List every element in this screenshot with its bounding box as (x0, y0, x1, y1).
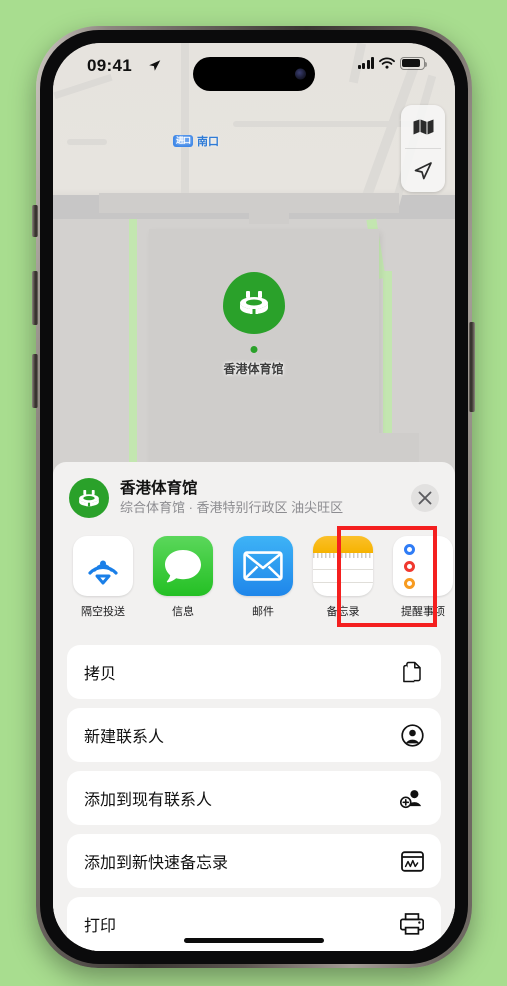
copy-icon (400, 660, 424, 684)
battery-icon (400, 57, 427, 70)
battery-fill (402, 59, 421, 68)
reminders-dot-red (404, 560, 415, 572)
location-arrow-icon (148, 59, 161, 77)
volume-down-button[interactable] (32, 354, 38, 408)
share-sheet-subtitle: 综合体育馆 · 香港特别行政区 油尖旺区 (120, 499, 344, 515)
action-row-add-existing-contact[interactable]: 添加到现有联系人 (67, 771, 441, 825)
front-camera-icon (295, 68, 306, 80)
folded-map-icon (413, 119, 433, 134)
action-card: 添加到新快速备忘录 (67, 834, 441, 888)
reminders-dot-blue (404, 543, 415, 555)
action-card: 拷贝 (67, 645, 441, 699)
action-row-new-contact[interactable]: 新建联系人 (67, 708, 441, 762)
place-pin-dot (250, 346, 257, 353)
action-row-quick-note[interactable]: 添加到新快速备忘录 (67, 834, 441, 888)
map-style-button[interactable] (401, 105, 445, 148)
map-place-marker[interactable]: 香港体育馆 (201, 272, 306, 377)
reminders-icon (393, 536, 453, 596)
action-card: 添加到现有联系人 (67, 771, 441, 825)
screenshot-stage: 进口 南口 香港体育馆 09:41 香港体育馆 综合体育馆 · 香港特别行政区 … (0, 0, 507, 986)
user-location-button[interactable] (401, 149, 445, 192)
share-action-list: 拷贝 新建联系人 添加到现有联系人 添加到新快速备忘录 打印 (53, 645, 455, 951)
share-sheet: 香港体育馆 综合体育馆 · 香港特别行政区 油尖旺区 隔空投送 信息 邮件 备忘… (53, 462, 455, 951)
quick-note-icon (400, 849, 424, 873)
person-circle-icon (400, 723, 424, 747)
share-app-row[interactable]: 隔空投送 信息 邮件 备忘录 提醒事项 (53, 526, 455, 627)
action-button[interactable] (32, 205, 38, 237)
reminders-dot-orange (404, 577, 415, 589)
share-app-mail[interactable]: 邮件 (233, 536, 293, 619)
share-app-label: 隔空投送 (81, 606, 125, 618)
notes-icon (313, 536, 373, 596)
map-building-annex (249, 198, 289, 224)
status-bar-time: 09:41 (87, 56, 132, 75)
status-bar-indicators (357, 57, 427, 70)
entrance-label-text: 南口 (197, 136, 219, 148)
map-road-stub-1 (67, 139, 107, 145)
cellular-signal-icon (357, 57, 374, 70)
share-sheet-place-info: 香港体育馆 综合体育馆 · 香港特别行政区 油尖旺区 (120, 479, 400, 516)
map-green-path-left (129, 219, 137, 499)
share-app-label: 信息 (172, 606, 194, 618)
share-app-label: 邮件 (252, 606, 274, 618)
share-app-messages[interactable]: 信息 (153, 536, 213, 619)
share-sheet-title: 香港体育馆 (120, 480, 198, 498)
map-label-entrance[interactable]: 进口 南口 (173, 133, 219, 149)
stadium-icon (239, 291, 268, 314)
close-icon (418, 491, 432, 505)
action-card: 新建联系人 (67, 708, 441, 762)
share-app-airdrop[interactable]: 隔空投送 (73, 536, 133, 619)
share-app-notes[interactable]: 备忘录 (313, 536, 373, 619)
navigation-arrow-icon (414, 161, 432, 179)
phone-screen: 进口 南口 香港体育馆 09:41 香港体育馆 综合体育馆 · 香港特别行政区 … (53, 43, 455, 951)
action-label: 添加到新快速备忘录 (84, 855, 229, 872)
entrance-badge: 进口 (173, 135, 193, 147)
action-label: 添加到现有联系人 (84, 792, 213, 809)
person-add-icon (400, 786, 424, 810)
mail-icon (233, 536, 293, 596)
action-label: 拷贝 (84, 666, 117, 683)
action-row-copy[interactable]: 拷贝 (67, 645, 441, 699)
action-label: 新建联系人 (84, 729, 165, 746)
map-controls-group (401, 105, 445, 192)
airdrop-icon (73, 536, 133, 596)
power-button[interactable] (469, 322, 475, 412)
close-button[interactable] (411, 484, 439, 512)
share-sheet-header: 香港体育馆 综合体育馆 · 香港特别行政区 油尖旺区 (53, 462, 455, 530)
share-app-label: 提醒事项 (401, 606, 445, 618)
stadium-icon (69, 478, 109, 518)
place-pin-bubble (222, 272, 285, 334)
messages-icon (153, 536, 213, 596)
volume-up-button[interactable] (32, 271, 38, 325)
share-app-label: 备忘录 (326, 606, 360, 618)
action-label: 打印 (84, 918, 117, 935)
share-app-reminders[interactable]: 提醒事项 (393, 536, 453, 619)
home-indicator[interactable] (184, 938, 324, 943)
wifi-icon (379, 57, 395, 69)
place-pin-label: 香港体育馆 (223, 362, 284, 376)
notes-header-band (313, 536, 373, 553)
printer-icon (400, 912, 424, 936)
dynamic-island (193, 57, 315, 91)
